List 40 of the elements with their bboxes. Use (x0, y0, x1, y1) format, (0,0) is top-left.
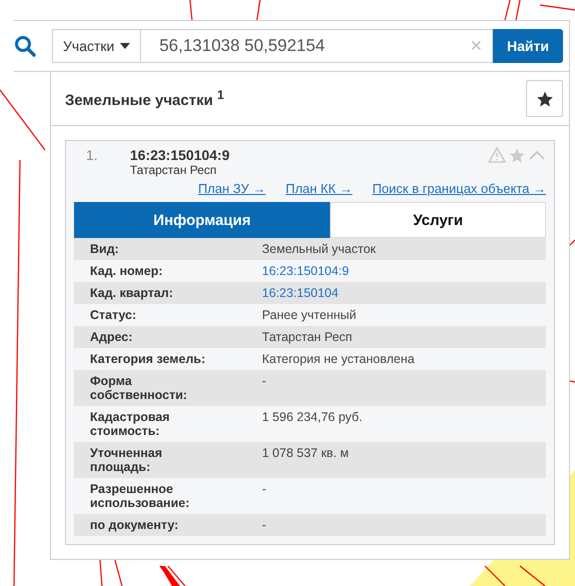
field-value: - (262, 482, 268, 498)
field-value: Категория не установлена (262, 352, 416, 366)
category-dropdown[interactable]: Участки (52, 29, 142, 63)
field-value: Ранее учтенный (262, 308, 358, 322)
search-field[interactable]: 56,131038 50,592154 × (141, 29, 494, 63)
field-value: Татарстан Респ (262, 330, 354, 344)
field-label: Кад. номер: (90, 264, 164, 278)
link[interactable]: Поиск в границах объекта → (372, 181, 546, 196)
field-label: по документу: (90, 518, 180, 532)
link[interactable]: План КК → (286, 181, 352, 196)
field-label: Кад. квартал: (90, 286, 174, 300)
panel-title: Земельные участки $^{1}$ (65, 88, 224, 109)
field-label: Форма собственности: (90, 374, 188, 402)
field-value: 1 596 234,76 руб. (262, 410, 364, 426)
field-label: Категория земель: (90, 352, 206, 366)
field-value: - (262, 374, 268, 390)
favorite-button[interactable] (526, 80, 563, 117)
result-number: 1. (85, 147, 99, 165)
result-title: 16:23:150104:9 (130, 147, 230, 163)
field-label: Кадастровая стоимость: (90, 410, 171, 438)
field-label: Статус: (90, 308, 138, 322)
field-value: Земельный участок (262, 242, 377, 256)
caret-icon (120, 43, 130, 49)
star-icon[interactable] (508, 147, 526, 164)
value-link[interactable]: 16:23:150104:9 (262, 264, 546, 278)
tab[interactable]: Услуги (330, 202, 546, 238)
field-label: Разрешенное использование: (90, 482, 190, 510)
star-icon (536, 90, 554, 108)
warning-icon[interactable] (488, 147, 506, 163)
link[interactable]: План ЗУ → (198, 181, 266, 196)
value-link[interactable]: 16:23:150104 (262, 286, 546, 300)
search-icon[interactable] (14, 35, 36, 57)
find-button[interactable]: Найти (493, 29, 563, 63)
field-label: Вид: (90, 242, 120, 256)
result-subtitle: Татарстан Респ (130, 163, 218, 177)
field-value: - (262, 518, 268, 532)
field-value: 1 078 537 кв. м (262, 446, 350, 462)
tab[interactable]: Информация (74, 202, 330, 238)
field-label: Уточненная площадь: (90, 446, 164, 474)
field-label: Адрес: (90, 330, 134, 344)
